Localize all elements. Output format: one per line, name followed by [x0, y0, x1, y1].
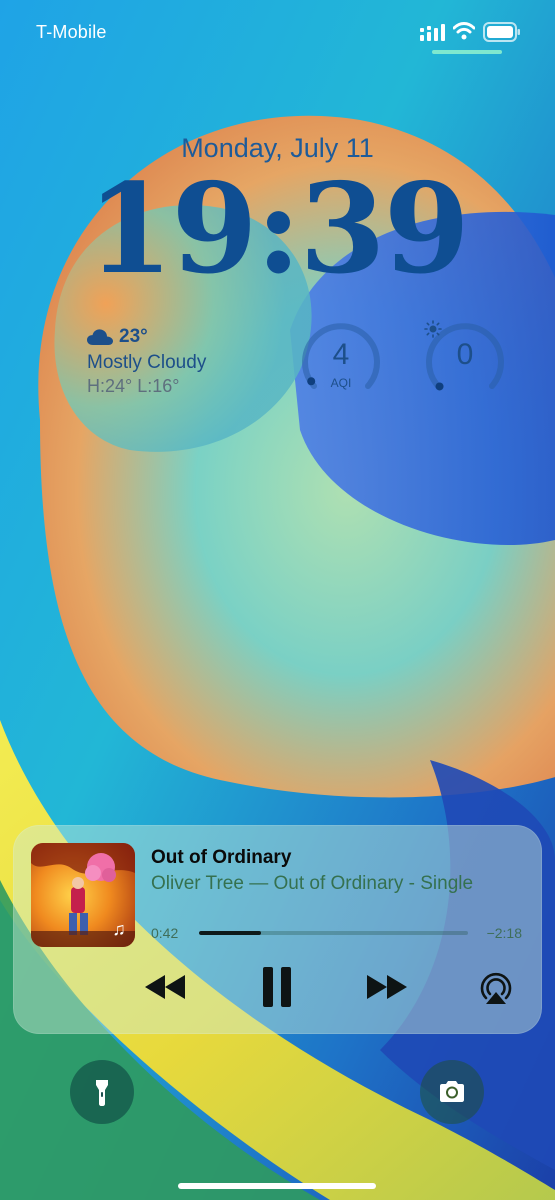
uv-level-dot — [435, 382, 444, 391]
fast-forward-icon[interactable] — [363, 965, 411, 1009]
battery-icon — [483, 22, 520, 42]
music-note-icon: ♫ — [112, 919, 126, 939]
playback-progress-fill — [199, 931, 261, 935]
carrier-name: T-Mobile — [36, 22, 107, 42]
remaining-time: −2:18 — [486, 925, 522, 941]
cloud-icon — [87, 329, 113, 345]
track-title: Out of Ordinary — [151, 847, 292, 868]
wifi-icon — [453, 22, 475, 40]
airplay-icon[interactable] — [478, 968, 514, 1008]
aqi-widget[interactable]: 4 AQI — [300, 320, 382, 402]
aqi-label: AQI — [330, 376, 352, 390]
playback-scrubber[interactable] — [199, 931, 468, 935]
camera-button[interactable] — [420, 1060, 484, 1124]
rewind-icon[interactable] — [141, 965, 189, 1009]
elapsed-time: 0:42 — [151, 925, 179, 941]
uv-index-widget[interactable]: 0 — [424, 320, 506, 402]
weather-high-low: H:24° L:16° — [87, 376, 180, 396]
album-artwork[interactable]: ♫ — [31, 843, 135, 947]
aqi-value: 4 — [332, 338, 350, 371]
weather-temperature: 23° — [119, 326, 148, 347]
sun-icon — [424, 320, 442, 338]
flashlight-icon — [96, 1080, 108, 1106]
track-artist-album: Oliver Tree — Out of Ordinary - Single — [151, 873, 474, 894]
weather-widget[interactable]: 23° Mostly Cloudy H:24° L:16° — [87, 324, 287, 404]
focus-indicator — [432, 50, 502, 54]
now-playing-widget[interactable]: ♫ Out of Ordinary Oliver Tree — Out of O… — [13, 825, 542, 1034]
lock-clock[interactable]: 19:39 — [0, 168, 555, 292]
home-indicator[interactable] — [178, 1183, 376, 1189]
status-bar: T-Mobile — [0, 0, 555, 60]
flashlight-button[interactable] — [70, 1060, 134, 1124]
camera-icon — [440, 1081, 464, 1102]
signal-bars-icon — [420, 24, 445, 41]
pause-icon[interactable] — [257, 965, 297, 1009]
weather-condition: Mostly Cloudy — [87, 352, 207, 373]
uv-value: 0 — [456, 338, 474, 371]
